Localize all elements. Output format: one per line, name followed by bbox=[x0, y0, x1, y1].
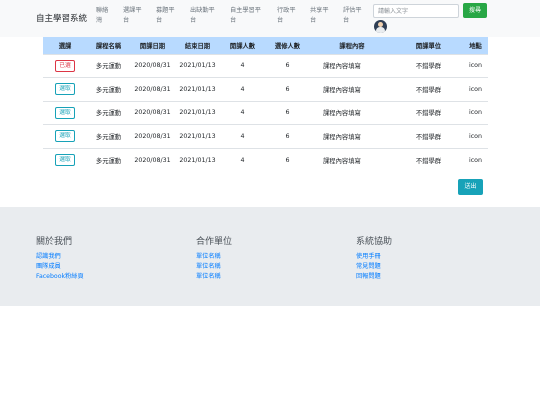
enrolled-cell: 6 bbox=[265, 124, 310, 148]
header-end-date: 結束日期 bbox=[175, 37, 220, 54]
footer-link-team[interactable]: 團隊成員 bbox=[36, 262, 84, 272]
nav-item-contact[interactable]: 聯絡灣 bbox=[96, 6, 108, 26]
header-capacity: 開課人數 bbox=[220, 37, 265, 54]
submit-button[interactable]: 送出 bbox=[458, 179, 483, 195]
unit-cell: 不錯學群 bbox=[394, 77, 463, 101]
footer-link-partner[interactable]: 單位名稱 bbox=[196, 252, 232, 262]
footer-about: 關於我們 認識我們 團隊成員 Facebook粉絲頁 bbox=[36, 234, 84, 282]
enrolled-cell: 6 bbox=[265, 100, 310, 125]
nav-item-sharing[interactable]: 共享平台 bbox=[310, 6, 329, 26]
end-date-cell: 2021/01/13 bbox=[175, 100, 220, 125]
selected-badge[interactable]: 已選 bbox=[55, 59, 75, 72]
capacity-cell: 4 bbox=[220, 147, 265, 172]
footer-link-faq[interactable]: 常見問題 bbox=[356, 262, 392, 272]
avatar[interactable] bbox=[374, 20, 387, 33]
search-button[interactable]: 搜尋 bbox=[463, 3, 487, 18]
location-cell: icon bbox=[463, 77, 488, 101]
location-cell: icon bbox=[463, 100, 488, 125]
footer-help: 系統協助 使用手冊 常見問題 回報問題 bbox=[356, 234, 392, 282]
unit-cell: 不錯學群 bbox=[394, 124, 463, 148]
nav-item-administration[interactable]: 行政平台 bbox=[277, 6, 296, 26]
unit-cell: 不錯學群 bbox=[394, 100, 463, 125]
capacity-cell: 4 bbox=[220, 77, 265, 101]
course-name-cell: 多元運動 bbox=[87, 147, 130, 172]
location-cell: icon bbox=[463, 124, 488, 148]
select-button[interactable]: 選取 bbox=[55, 106, 75, 119]
nav-item-question-collection[interactable]: 募題平台 bbox=[156, 6, 175, 26]
select-button[interactable]: 選取 bbox=[55, 83, 75, 96]
start-date-cell: 2020/08/31 bbox=[130, 124, 175, 148]
header-select: 選課 bbox=[43, 37, 87, 54]
select-button[interactable]: 選取 bbox=[55, 154, 75, 166]
course-name-cell: 多元運動 bbox=[87, 124, 130, 148]
unit-cell: 不錯學群 bbox=[394, 53, 463, 78]
select-button[interactable]: 選取 bbox=[55, 130, 75, 143]
footer-link-partner[interactable]: 單位名稱 bbox=[196, 262, 232, 272]
end-date-cell: 2021/01/13 bbox=[175, 53, 220, 78]
content-cell: 課程內容填寫 bbox=[310, 53, 394, 78]
header-enrolled: 選修人數 bbox=[265, 37, 310, 54]
header-content: 課程內容 bbox=[310, 37, 394, 54]
footer-partners-title: 合作單位 bbox=[196, 237, 233, 247]
table-row: 選取 多元運動 2020/08/31 2021/01/13 4 6 課程內容填寫… bbox=[43, 124, 488, 148]
course-name-cell: 多元運動 bbox=[87, 77, 130, 101]
footer-link-report[interactable]: 回報問題 bbox=[356, 272, 392, 282]
capacity-cell: 4 bbox=[220, 124, 265, 148]
table-row: 選取 多元運動 2020/08/31 2021/01/13 4 6 課程內容填寫… bbox=[43, 147, 488, 172]
table-row: 選取 多元運動 2020/08/31 2021/01/13 4 6 課程內容填寫… bbox=[43, 100, 488, 125]
capacity-cell: 4 bbox=[220, 100, 265, 125]
avatar-body-shape bbox=[376, 27, 385, 33]
table-header-row: 選課 課程名稱 開課日期 結束日期 開課人數 選修人數 課程內容 開課單位 地點 bbox=[43, 37, 488, 54]
table-row: 選取 多元運動 2020/08/31 2021/01/13 4 6 課程內容填寫… bbox=[43, 77, 488, 101]
nav-item-evaluation[interactable]: 評估平台 bbox=[343, 6, 362, 26]
content-cell: 課程內容填寫 bbox=[310, 147, 394, 172]
footer-link-facebook[interactable]: Facebook粉絲頁 bbox=[36, 272, 84, 282]
unit-cell: 不錯學群 bbox=[394, 147, 463, 172]
footer-help-title: 系統協助 bbox=[356, 237, 393, 247]
nav-item-attendance[interactable]: 出缺勤平台 bbox=[190, 6, 215, 26]
capacity-cell: 4 bbox=[220, 53, 265, 78]
header-location: 地點 bbox=[463, 37, 488, 54]
nav-item-course-selection[interactable]: 選課平台 bbox=[123, 6, 142, 26]
content-cell: 課程內容填寫 bbox=[310, 124, 394, 148]
end-date-cell: 2021/01/13 bbox=[175, 147, 220, 172]
course-name-cell: 多元運動 bbox=[87, 100, 130, 125]
enrolled-cell: 6 bbox=[265, 77, 310, 101]
header-unit: 開課單位 bbox=[394, 37, 463, 54]
brand-title[interactable]: 自主學習系統 bbox=[36, 12, 87, 24]
location-cell: icon bbox=[463, 147, 488, 172]
footer-link-about-us[interactable]: 認識我們 bbox=[36, 252, 84, 262]
location-cell: icon bbox=[463, 53, 488, 78]
footer-link-partner[interactable]: 單位名稱 bbox=[196, 272, 232, 282]
course-table: 選課 課程名稱 開課日期 結束日期 開課人數 選修人數 課程內容 開課單位 地點… bbox=[43, 37, 488, 172]
start-date-cell: 2020/08/31 bbox=[130, 53, 175, 78]
footer-partners: 合作單位 單位名稱 單位名稱 單位名稱 bbox=[196, 234, 232, 282]
course-name-cell: 多元運動 bbox=[87, 53, 130, 78]
table-row: 已選 多元運動 2020/08/31 2021/01/13 4 6 課程內容填寫… bbox=[43, 53, 488, 78]
enrolled-cell: 6 bbox=[265, 147, 310, 172]
footer: 關於我們 認識我們 團隊成員 Facebook粉絲頁 合作單位 單位名稱 單位名… bbox=[0, 207, 540, 306]
content-cell: 課程內容填寫 bbox=[310, 77, 394, 101]
search-input[interactable] bbox=[373, 4, 459, 18]
start-date-cell: 2020/08/31 bbox=[130, 147, 175, 172]
footer-about-title: 關於我們 bbox=[36, 237, 73, 247]
header-course-name: 課程名稱 bbox=[87, 37, 130, 54]
header-start-date: 開課日期 bbox=[130, 37, 175, 54]
end-date-cell: 2021/01/13 bbox=[175, 124, 220, 148]
start-date-cell: 2020/08/31 bbox=[130, 100, 175, 125]
enrolled-cell: 6 bbox=[265, 53, 310, 78]
end-date-cell: 2021/01/13 bbox=[175, 77, 220, 101]
nav-item-self-learning[interactable]: 自主學習平台 bbox=[230, 6, 261, 26]
footer-link-manual[interactable]: 使用手冊 bbox=[356, 252, 392, 262]
content-cell: 課程內容填寫 bbox=[310, 100, 394, 125]
navbar: 自主學習系統 聯絡灣 選課平台 募題平台 出缺勤平台 自主學習平台 行政平台 共… bbox=[0, 0, 540, 37]
start-date-cell: 2020/08/31 bbox=[130, 77, 175, 101]
